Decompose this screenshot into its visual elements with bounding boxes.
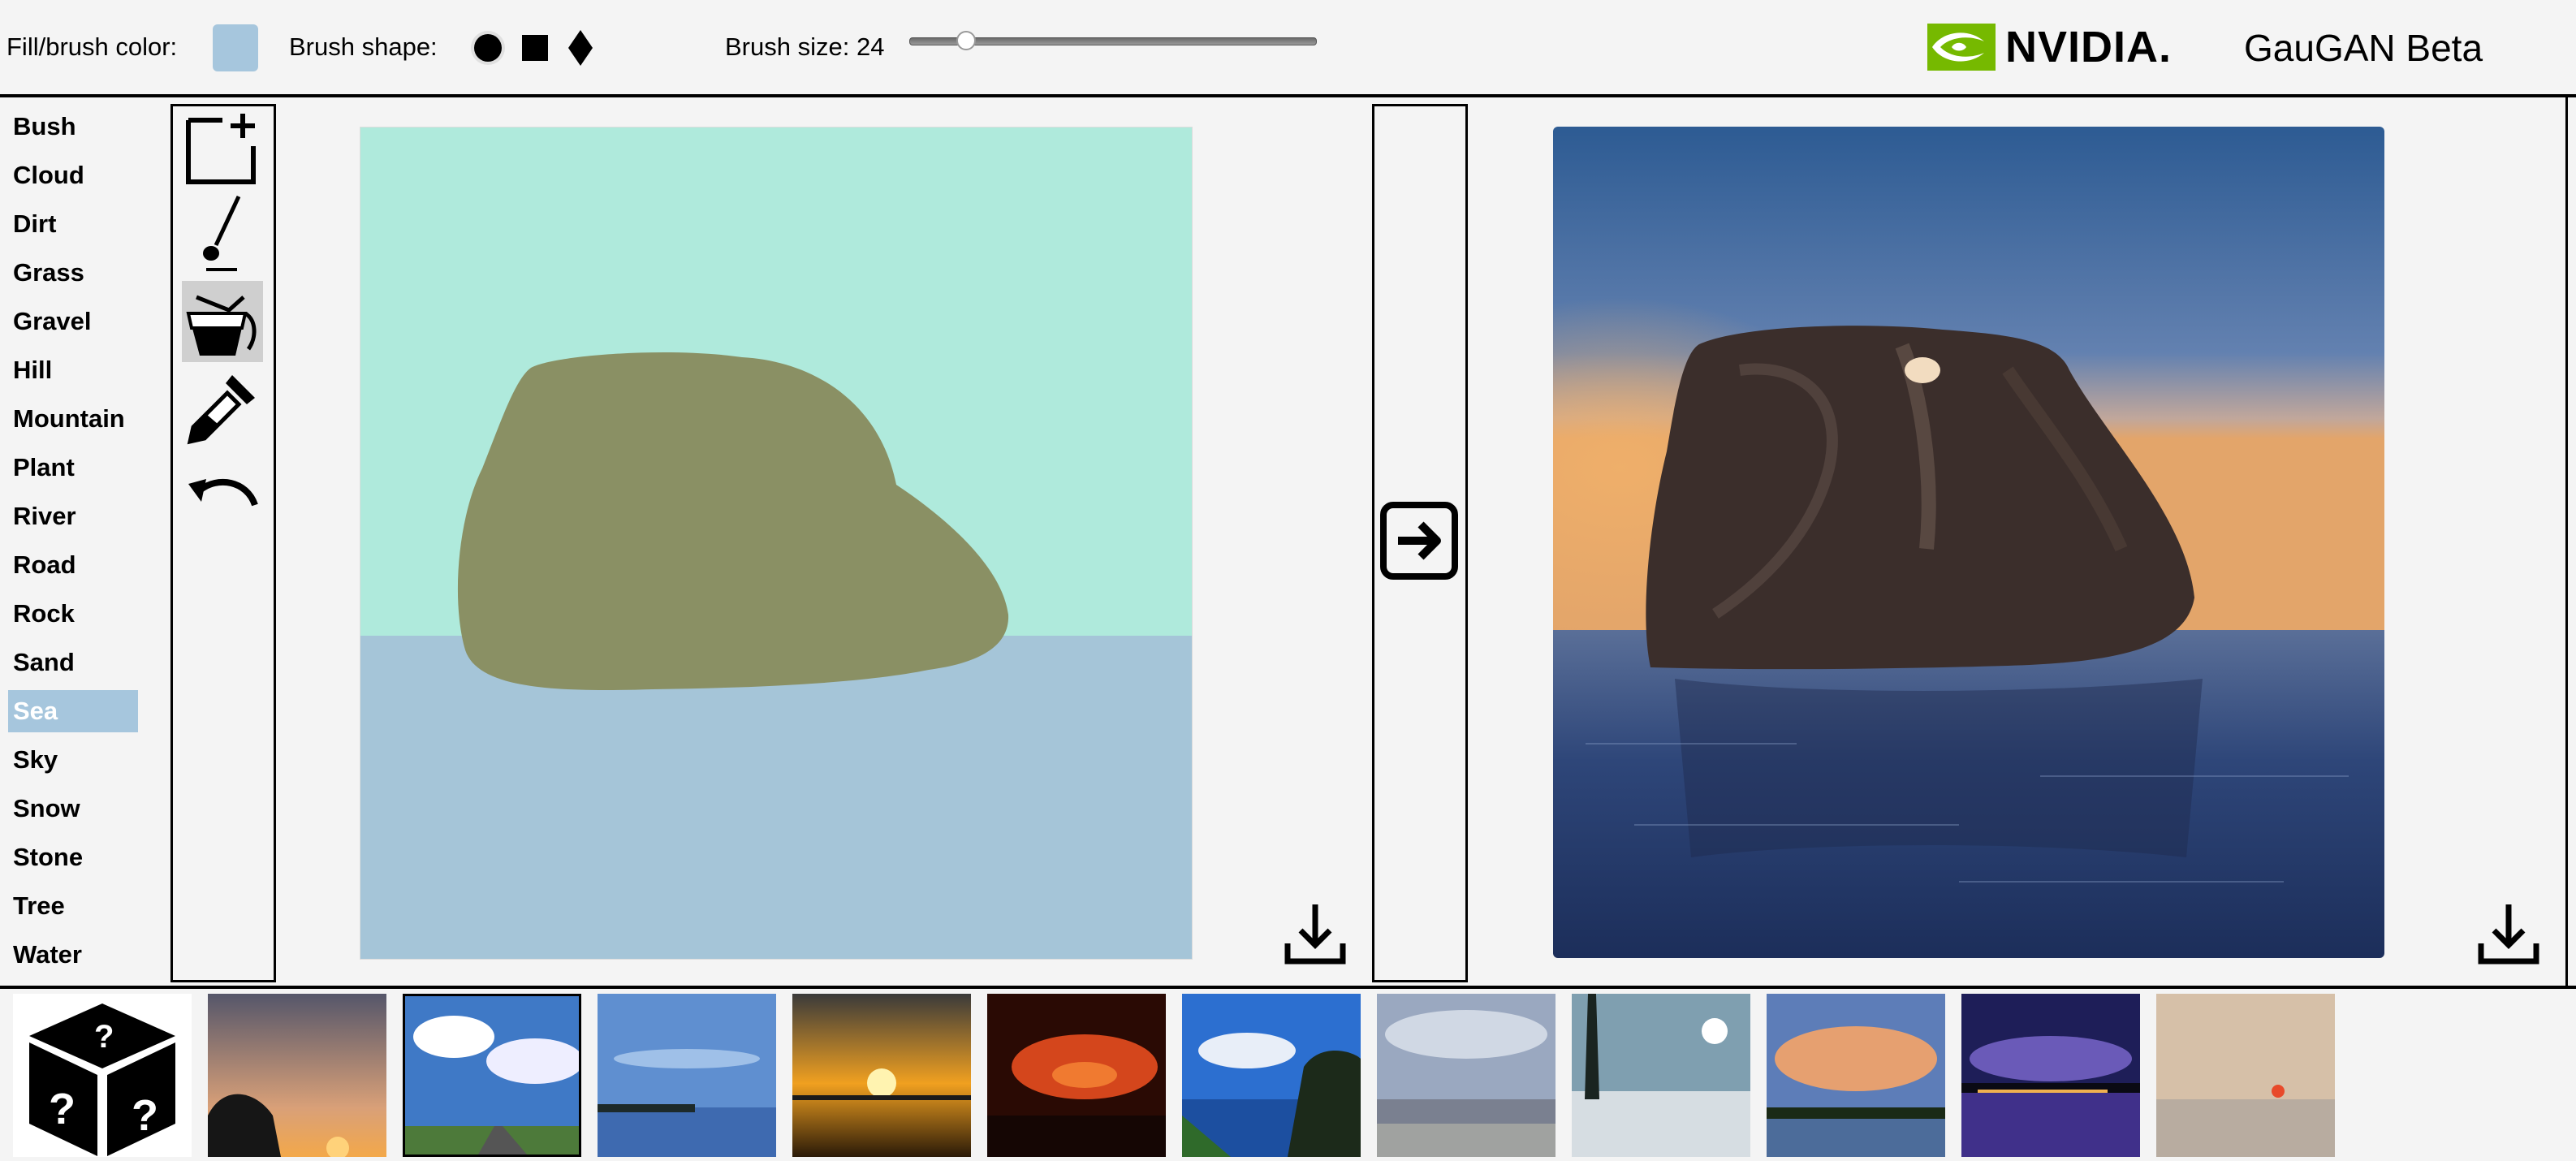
label-item-cloud[interactable]: Cloud (8, 154, 138, 196)
diamond-brush-icon[interactable] (560, 28, 601, 68)
label-item-gravel[interactable]: Gravel (8, 300, 138, 343)
label-item-dirt[interactable]: Dirt (8, 203, 138, 245)
generated-image (1553, 127, 2384, 958)
nvidia-wordmark: NVIDIA. (2005, 23, 2173, 71)
label-item-stone[interactable]: Stone (8, 836, 138, 878)
label-item-snow[interactable]: Snow (8, 788, 138, 830)
fill-color-swatch[interactable] (213, 24, 258, 71)
label-item-rock[interactable]: Rock (8, 593, 138, 635)
thumb-coast-cliff[interactable] (1182, 994, 1361, 1157)
brush-icon[interactable] (182, 192, 263, 273)
fill-color-label: Fill/brush color: (6, 32, 178, 61)
label-item-mountain[interactable]: Mountain (8, 398, 138, 440)
eyedropper-icon[interactable] (182, 367, 263, 448)
new-canvas-icon[interactable] (182, 107, 263, 188)
label-item-plant[interactable]: Plant (8, 447, 138, 489)
nvidia-eye-icon (1927, 24, 1996, 71)
thumb-lake-blue[interactable] (598, 994, 776, 1157)
label-item-road[interactable]: Road (8, 544, 138, 586)
thumb-purple-lake[interactable] (1961, 994, 2140, 1157)
label-item-hill[interactable]: Hill (8, 349, 138, 391)
arrow-right-icon (1380, 502, 1458, 580)
svg-text:?: ? (49, 1085, 76, 1133)
label-item-sea[interactable]: Sea (8, 690, 138, 732)
svg-text:?: ? (132, 1091, 158, 1140)
thumb-red-sunset[interactable] (987, 994, 1166, 1157)
label-item-grass[interactable]: Grass (8, 252, 138, 294)
thumb-sunset-sea[interactable] (792, 994, 971, 1157)
random-dice-icon[interactable]: ? ? ? (13, 994, 192, 1157)
svg-text:?: ? (94, 1019, 114, 1055)
thumb-cloudy-beach[interactable] (1377, 994, 1556, 1157)
label-item-water[interactable]: Water (8, 934, 138, 976)
label-item-river[interactable]: River (8, 495, 138, 537)
segmentation-canvas[interactable] (360, 127, 1193, 960)
thumb-golden-clouds[interactable] (1767, 994, 1945, 1157)
right-border (2565, 97, 2568, 986)
nvidia-logo: NVIDIA. (1927, 23, 2172, 71)
square-brush-icon[interactable] (515, 28, 555, 68)
thumb-snowy-shore[interactable] (1572, 994, 1750, 1157)
circle-brush-icon[interactable] (468, 28, 508, 68)
label-item-bush[interactable]: Bush (8, 106, 138, 148)
brush-shape-label: Brush shape: (289, 32, 438, 61)
brush-size-slider-thumb[interactable] (956, 31, 976, 50)
label-item-sand[interactable]: Sand (8, 641, 138, 684)
app-title: GauGAN Beta (2244, 27, 2483, 69)
download-segmentation-icon[interactable] (1283, 901, 1348, 966)
label-item-tree[interactable]: Tree (8, 885, 138, 927)
thumb-road-clouds[interactable] (403, 994, 581, 1157)
label-item-sky[interactable]: Sky (8, 739, 138, 781)
generate-button[interactable] (1380, 502, 1458, 580)
fill-bucket-icon[interactable] (182, 281, 263, 362)
download-result-icon[interactable] (2476, 901, 2541, 966)
undo-icon[interactable] (182, 451, 263, 533)
thumb-sunset-trees[interactable] (208, 994, 386, 1157)
brush-size-label: Brush size: 24 (725, 32, 885, 61)
thumb-misty-beach[interactable] (2156, 994, 2335, 1157)
